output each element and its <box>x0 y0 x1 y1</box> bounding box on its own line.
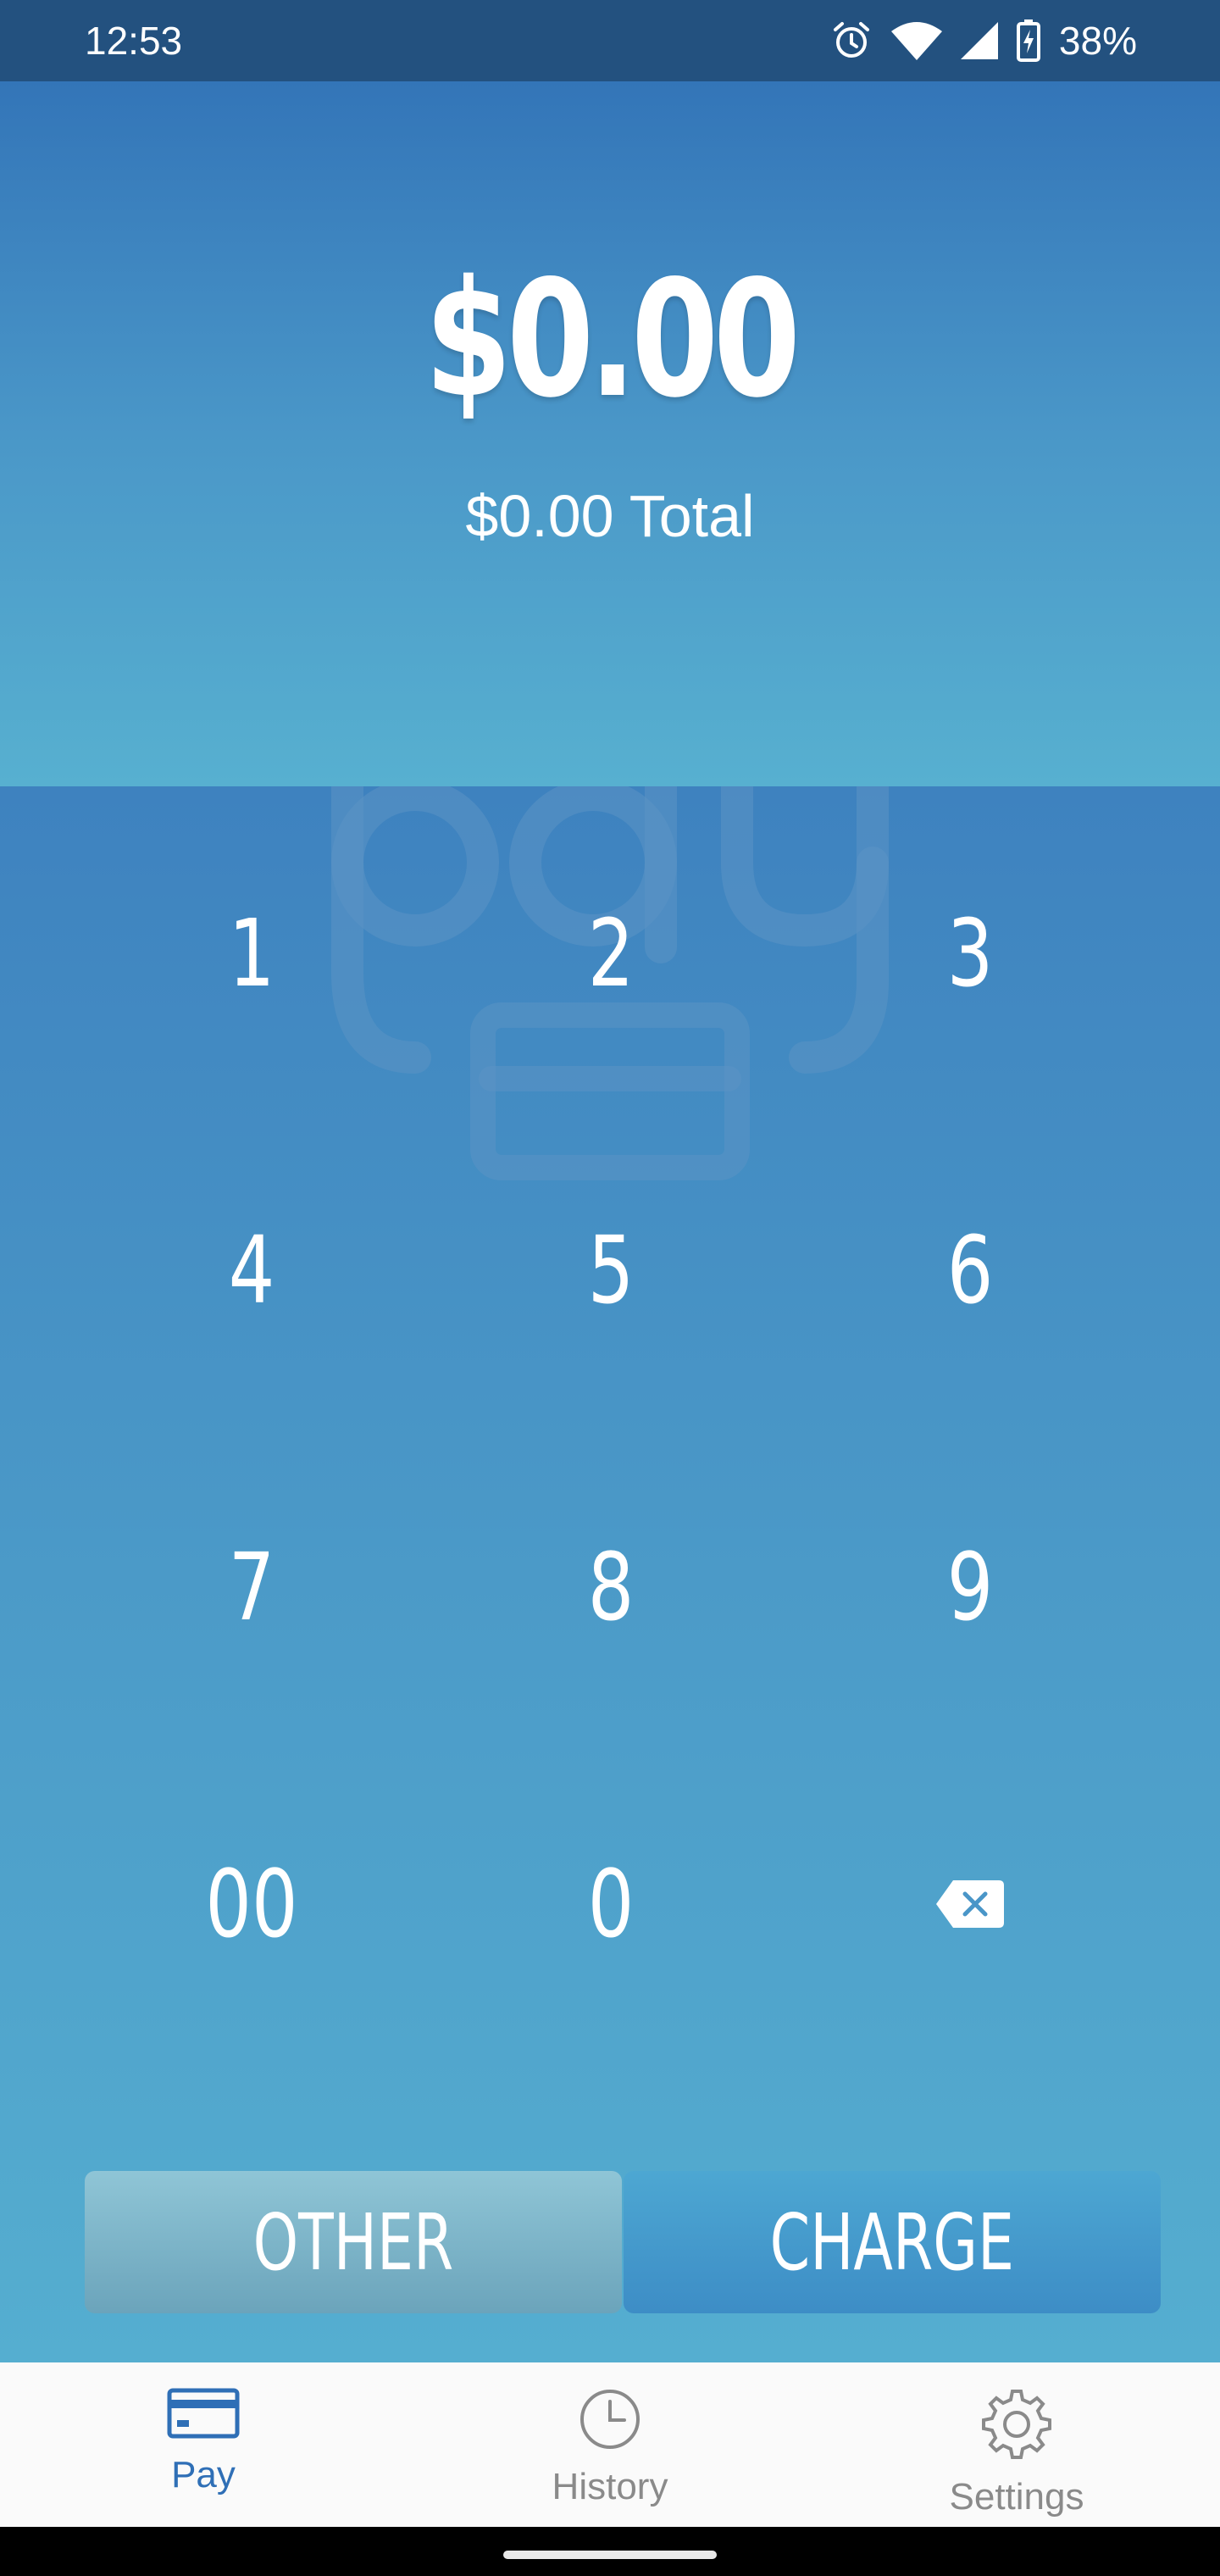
nav-history[interactable]: History <box>407 2362 813 2527</box>
key-0[interactable]: 0 <box>430 1746 790 2062</box>
bottom-navigation: Pay History Settings <box>0 2362 1220 2527</box>
key-9[interactable]: 9 <box>790 1429 1150 1746</box>
charge-button[interactable]: CHARGE <box>624 2171 1161 2313</box>
key-6[interactable]: 6 <box>790 1112 1150 1429</box>
wifi-icon <box>890 21 942 60</box>
other-button[interactable]: OTHER <box>85 2171 622 2313</box>
status-time: 12:53 <box>85 19 183 63</box>
nav-settings-label: Settings <box>949 2476 1084 2518</box>
amount-total: $0.00 Total <box>465 483 755 549</box>
credit-card-icon <box>167 2388 240 2439</box>
backspace-icon <box>935 1880 1004 1928</box>
status-bar: 12:53 38% <box>0 0 1220 81</box>
amount-display: $0.00 <box>424 246 801 433</box>
nav-pay[interactable]: Pay <box>0 2362 407 2527</box>
nav-pay-label: Pay <box>171 2454 236 2496</box>
key-7[interactable]: 7 <box>71 1429 431 1746</box>
key-00[interactable]: 00 <box>71 1746 431 2062</box>
key-2[interactable]: 2 <box>430 795 790 1112</box>
battery-charging-icon <box>1016 19 1040 62</box>
key-3[interactable]: 3 <box>790 795 1150 1112</box>
battery-percentage: 38% <box>1058 19 1137 63</box>
action-buttons: OTHER CHARGE <box>85 2171 1161 2313</box>
alarm-icon <box>830 19 873 62</box>
key-4[interactable]: 4 <box>71 1112 431 1429</box>
key-8[interactable]: 8 <box>430 1429 790 1746</box>
nav-history-label: History <box>552 2466 668 2507</box>
clock-icon <box>580 2390 640 2449</box>
status-icons: 38% <box>830 18 1137 64</box>
home-gesture-handle[interactable] <box>503 2551 717 2559</box>
keypad-area: 1 2 3 4 5 6 7 8 9 00 0 OTHER CHARGE <box>0 786 1220 2362</box>
amount-header: $0.00 $0.00 Total <box>0 81 1220 786</box>
key-5[interactable]: 5 <box>430 1112 790 1429</box>
system-navigation-bar <box>0 2527 1220 2576</box>
backspace-button[interactable] <box>790 1746 1150 2062</box>
gear-icon <box>982 2390 1051 2459</box>
nav-settings[interactable]: Settings <box>813 2362 1220 2527</box>
signal-icon <box>960 22 998 59</box>
key-1[interactable]: 1 <box>71 795 431 1112</box>
